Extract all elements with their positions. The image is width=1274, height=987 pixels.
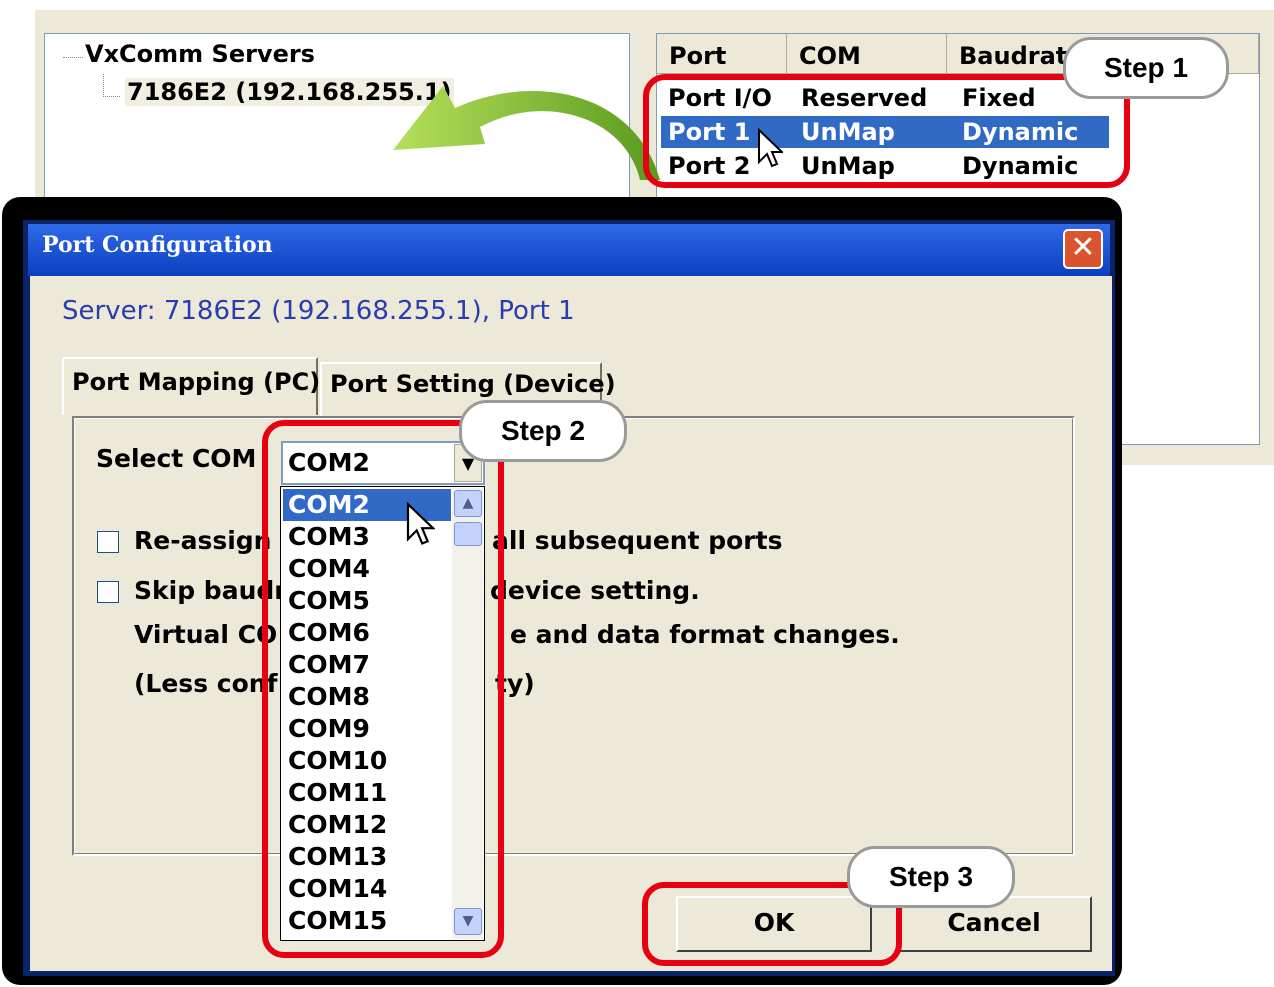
tree-connector bbox=[103, 74, 120, 97]
column-header-port[interactable]: Port bbox=[657, 34, 787, 74]
virtual-com-note-start: Virtual CO bbox=[134, 620, 278, 649]
reassign-checkbox[interactable] bbox=[97, 531, 119, 553]
select-com-label: Select COM bbox=[96, 444, 257, 473]
step2-callout: Step 2 bbox=[459, 400, 627, 462]
skip-baudrate-checkbox[interactable] bbox=[97, 581, 119, 603]
skip-baudrate-label-end: device setting. bbox=[490, 576, 700, 605]
server-info-label: Server: 7186E2 (192.168.255.1), Port 1 bbox=[62, 296, 575, 326]
close-button[interactable]: ✕ bbox=[1063, 229, 1103, 269]
tree-connector bbox=[63, 56, 83, 58]
column-header-com[interactable]: COM bbox=[787, 34, 947, 74]
step1-highlight bbox=[643, 74, 1130, 188]
step3-callout: Step 3 bbox=[847, 846, 1015, 908]
curved-arrow-icon bbox=[393, 86, 660, 180]
less-note-start: (Less conf bbox=[134, 669, 278, 698]
step2-highlight bbox=[262, 420, 504, 958]
step1-callout: Step 1 bbox=[1063, 37, 1229, 99]
tab-port-mapping[interactable]: Port Mapping (PC) bbox=[62, 357, 320, 415]
reassign-label-end: all subsequent ports bbox=[492, 526, 783, 555]
virtual-com-note-end: e and data format changes. bbox=[510, 620, 900, 649]
reassign-label-start: Re-assign bbox=[134, 526, 272, 555]
tree-root-item[interactable]: VxComm Servers bbox=[85, 40, 315, 68]
dialog-title: Port Configuration bbox=[42, 232, 273, 258]
